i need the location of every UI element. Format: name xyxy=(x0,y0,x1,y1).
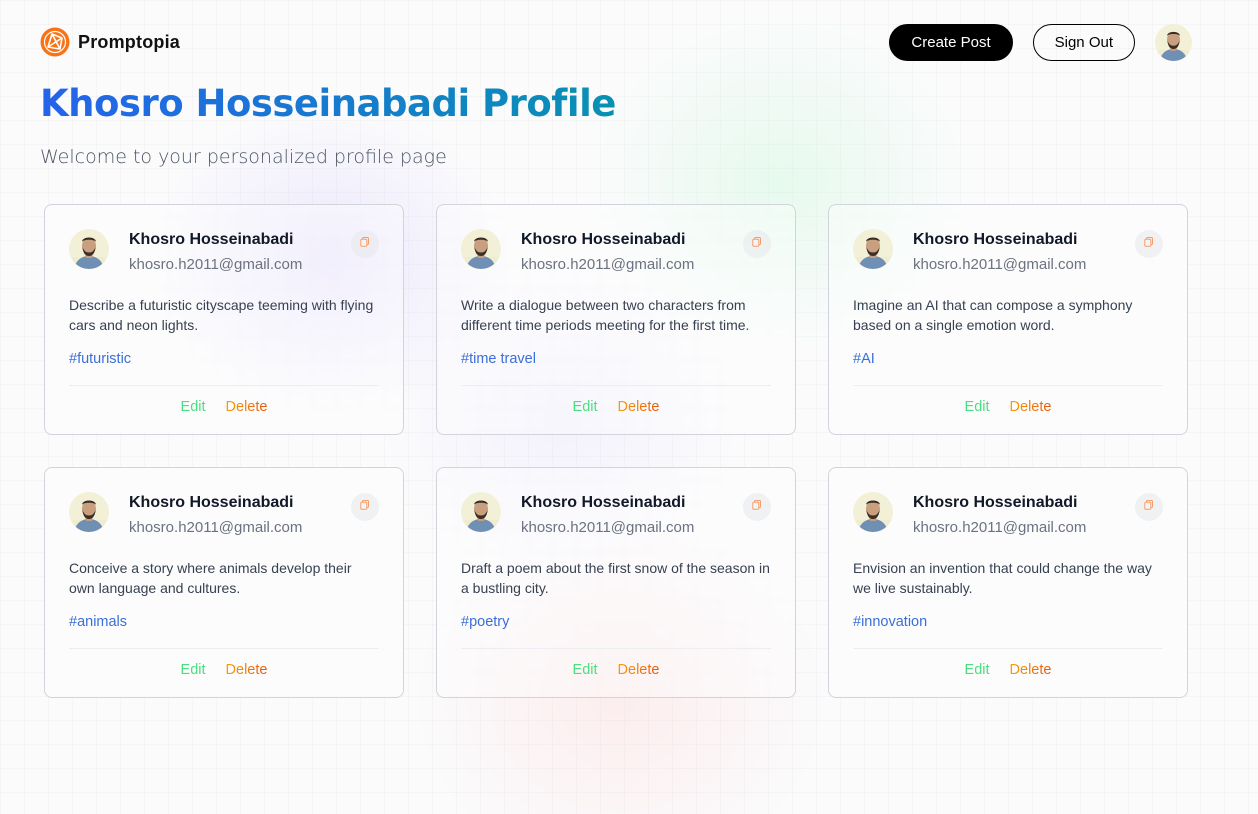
copy-icon xyxy=(359,235,371,253)
card-tag[interactable]: #animals xyxy=(69,614,127,630)
card-user-email: khosro.h2011@gmail.com xyxy=(129,519,303,536)
card-actions: Edit Delete xyxy=(69,648,379,678)
card-actions: Edit Delete xyxy=(69,385,379,415)
card-actions: Edit Delete xyxy=(461,385,771,415)
card-user-name: Khosro Hosseinabadi xyxy=(129,494,294,511)
copy-button[interactable] xyxy=(1135,230,1163,258)
create-post-button[interactable]: Create Post xyxy=(889,23,1013,61)
prompt-card: Khosro Hosseinabadi khosro.h2011@gmail.c… xyxy=(44,467,404,698)
prompt-card: Khosro Hosseinabadi khosro.h2011@gmail.c… xyxy=(828,467,1188,698)
brand[interactable]: Promptopia xyxy=(40,27,180,57)
edit-button[interactable]: Edit xyxy=(965,399,990,415)
copy-icon xyxy=(359,498,371,516)
card-user-email: khosro.h2011@gmail.com xyxy=(913,256,1087,273)
card-user-email: khosro.h2011@gmail.com xyxy=(129,256,303,273)
card-tag[interactable]: #futuristic xyxy=(69,351,131,367)
user-avatar[interactable] xyxy=(461,492,501,532)
card-prompt-text: Write a dialogue between two characters … xyxy=(461,297,750,333)
card-prompt-text: Imagine an AI that can compose a symphon… xyxy=(853,297,1133,333)
copy-icon xyxy=(1143,235,1155,253)
prompt-card: Khosro Hosseinabadi khosro.h2011@gmail.c… xyxy=(436,467,796,698)
edit-button[interactable]: Edit xyxy=(181,662,206,678)
profile-page: Promptopia Create Post Sign Out Khosro H… xyxy=(0,0,1258,814)
card-tag[interactable]: #time travel xyxy=(461,351,536,367)
nav-actions: Create Post Sign Out xyxy=(889,23,1192,61)
card-prompt-text: Envision an invention that could change … xyxy=(853,560,1152,596)
copy-icon xyxy=(751,235,763,253)
card-prompt-text: Conceive a story where animals develop t… xyxy=(69,560,352,596)
page-title: Khosro Hosseinabadi Profile xyxy=(40,82,616,125)
page-description: Welcome to your personalized profile pag… xyxy=(40,146,447,168)
card-user-name: Khosro Hosseinabadi xyxy=(129,231,294,248)
profile-avatar[interactable] xyxy=(1155,24,1192,61)
copy-icon xyxy=(751,498,763,516)
user-avatar[interactable] xyxy=(853,492,893,532)
user-avatar[interactable] xyxy=(69,229,109,269)
card-prompt-text: Draft a poem about the first snow of the… xyxy=(461,560,770,596)
delete-button[interactable]: Delete xyxy=(1010,662,1052,678)
edit-button[interactable]: Edit xyxy=(965,662,990,678)
card-actions: Edit Delete xyxy=(853,385,1163,415)
sign-out-button[interactable]: Sign Out xyxy=(1032,23,1135,61)
delete-button[interactable]: Delete xyxy=(618,399,660,415)
edit-button[interactable]: Edit xyxy=(181,399,206,415)
copy-button[interactable] xyxy=(743,230,771,258)
brand-name: Promptopia xyxy=(78,31,181,52)
user-avatar[interactable] xyxy=(461,229,501,269)
prompt-card: Khosro Hosseinabadi khosro.h2011@gmail.c… xyxy=(828,204,1188,435)
card-tag[interactable]: #poetry xyxy=(461,614,509,630)
card-actions: Edit Delete xyxy=(461,648,771,678)
user-avatar[interactable] xyxy=(853,229,893,269)
card-user-name: Khosro Hosseinabadi xyxy=(521,494,686,511)
copy-button[interactable] xyxy=(351,230,379,258)
top-nav: Promptopia Create Post Sign Out xyxy=(40,23,1192,61)
card-user-name: Khosro Hosseinabadi xyxy=(913,231,1078,248)
card-user-email: khosro.h2011@gmail.com xyxy=(913,519,1087,536)
card-user-name: Khosro Hosseinabadi xyxy=(913,494,1078,511)
prompt-card-list: Khosro Hosseinabadi khosro.h2011@gmail.c… xyxy=(44,204,1188,698)
delete-button[interactable]: Delete xyxy=(226,662,268,678)
prompt-card: Khosro Hosseinabadi khosro.h2011@gmail.c… xyxy=(44,204,404,435)
card-tag[interactable]: #AI xyxy=(853,351,875,367)
delete-button[interactable]: Delete xyxy=(226,399,268,415)
delete-button[interactable]: Delete xyxy=(618,662,660,678)
copy-button[interactable] xyxy=(351,493,379,521)
edit-button[interactable]: Edit xyxy=(573,399,598,415)
copy-button[interactable] xyxy=(1135,493,1163,521)
edit-button[interactable]: Edit xyxy=(573,662,598,678)
copy-button[interactable] xyxy=(743,493,771,521)
card-tag[interactable]: #innovation xyxy=(853,614,927,630)
card-user-email: khosro.h2011@gmail.com xyxy=(521,519,695,536)
card-prompt-text: Describe a futuristic cityscape teeming … xyxy=(69,297,374,333)
card-actions: Edit Delete xyxy=(853,648,1163,678)
user-avatar[interactable] xyxy=(69,492,109,532)
card-user-email: khosro.h2011@gmail.com xyxy=(521,256,695,273)
card-user-name: Khosro Hosseinabadi xyxy=(521,231,686,248)
delete-button[interactable]: Delete xyxy=(1010,399,1052,415)
copy-icon xyxy=(1143,498,1155,516)
promptopia-logo-icon xyxy=(40,27,70,57)
prompt-card: Khosro Hosseinabadi khosro.h2011@gmail.c… xyxy=(436,204,796,435)
